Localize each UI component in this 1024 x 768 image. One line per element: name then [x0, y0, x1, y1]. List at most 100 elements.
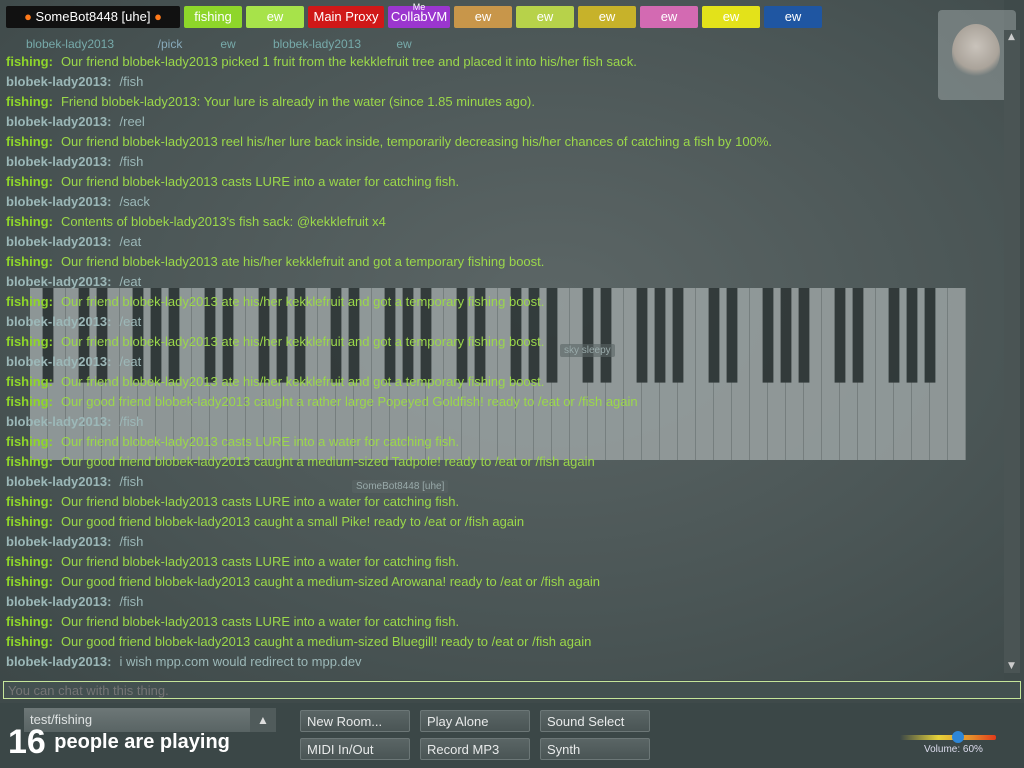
chat-nick[interactable]: fishing:	[6, 294, 53, 309]
midi-button[interactable]: MIDI In/Out	[300, 738, 410, 760]
chat-text: Our good friend blobek-lady2013 caught a…	[60, 394, 638, 409]
chat-nick[interactable]: blobek-lady2013:	[6, 194, 112, 209]
chat-message: blobek-lady2013: /eat	[0, 272, 1004, 292]
synth-button[interactable]: Synth	[540, 738, 650, 760]
chat-nick[interactable]: blobek-lady2013:	[6, 274, 112, 289]
chat-nick[interactable]: blobek-lady2013:	[6, 594, 112, 609]
user-list-bar: ● SomeBot8448 [uhe] ● fishing ew Main Proxy…	[0, 2, 940, 30]
chat-nick[interactable]: fishing:	[6, 254, 53, 269]
user-tag-label: ew	[660, 9, 678, 24]
chat-text: /fish	[119, 154, 144, 169]
user-tag[interactable]: ew	[702, 6, 760, 28]
chat-nick[interactable]: blobek-lady2013:	[6, 534, 112, 549]
overlay-chip: ew	[396, 37, 412, 51]
chat-nick[interactable]: fishing:	[6, 614, 53, 629]
chat-message: blobek-lady2013: /reel	[0, 112, 1004, 132]
chat-message: blobek-lady2013: /fish	[0, 152, 1004, 172]
record-mp3-button[interactable]: Record MP3	[420, 738, 530, 760]
chat-text: /fish	[119, 534, 144, 549]
user-tag[interactable]: ew	[640, 6, 698, 28]
user-tag-label: SomeBot8448 [uhe]	[35, 9, 151, 24]
user-tag[interactable]: ● SomeBot8448 [uhe] ●	[6, 6, 180, 28]
chat-nick[interactable]: blobek-lady2013:	[6, 414, 112, 429]
chat-message: fishing: Our friend blobek-lady2013 picke…	[0, 52, 1004, 72]
volume-track[interactable]	[900, 735, 996, 740]
user-tag[interactable]: ew	[454, 6, 512, 28]
chat-nick[interactable]: blobek-lady2013:	[6, 234, 112, 249]
chat-text: /fish	[119, 414, 144, 429]
user-tag-label: ew	[266, 9, 284, 24]
chat-nick[interactable]: blobek-lady2013:	[6, 114, 112, 129]
user-tag[interactable]: ew	[516, 6, 574, 28]
user-tag[interactable]: ew	[246, 6, 304, 28]
chat-nick[interactable]: blobek-lady2013:	[6, 474, 112, 489]
scroll-up-icon[interactable]: ▲	[1008, 32, 1015, 42]
chat-nick[interactable]: fishing:	[6, 334, 53, 349]
overlay-chip: /pick	[157, 37, 183, 51]
user-tag[interactable]: Me CollabVM	[388, 2, 450, 28]
chat-message: fishing: Our friend blobek-lady2013 casts…	[0, 552, 1004, 572]
overlay-chip: ew	[220, 37, 236, 51]
chat-nick[interactable]: fishing:	[6, 454, 53, 469]
user-tag[interactable]: fishing	[184, 6, 242, 28]
chat-message: fishing: Our good friend blobek-lady2013 …	[0, 452, 1004, 472]
user-tag[interactable]: ew	[578, 6, 636, 28]
sound-select-button[interactable]: Sound Select	[540, 710, 650, 732]
chat-nick[interactable]: fishing:	[6, 634, 53, 649]
chat-nick[interactable]: fishing:	[6, 54, 53, 69]
chat-nick[interactable]: fishing:	[6, 574, 53, 589]
player-count: 16 people are playing	[8, 723, 230, 762]
chat-text: Our good friend blobek-lady2013 caught a…	[60, 514, 525, 529]
chat-nick[interactable]: fishing:	[6, 214, 53, 229]
chat-text: Our friend blobek-lady2013 casts LURE in…	[60, 614, 460, 629]
play-alone-button[interactable]: Play Alone	[420, 710, 530, 732]
chat-text: /fish	[119, 74, 144, 89]
user-tag-label: ew	[474, 9, 492, 24]
chat-nick[interactable]: fishing:	[6, 94, 53, 109]
chat-input[interactable]	[3, 681, 1021, 699]
chat-nick[interactable]: fishing:	[6, 514, 53, 529]
chat-text: i wish mpp.com would redirect to mpp.dev	[119, 654, 362, 669]
chat-nick[interactable]: blobek-lady2013:	[6, 154, 112, 169]
chat-nick[interactable]: fishing:	[6, 434, 53, 449]
user-tag[interactable]: Main Proxy	[308, 6, 384, 28]
chat-nick[interactable]: fishing:	[6, 494, 53, 509]
chat-message: fishing: Our good friend blobek-lady2013 …	[0, 512, 1004, 532]
room-dropdown-arrow-icon[interactable]: ▲	[250, 708, 276, 732]
chat-nick[interactable]: fishing:	[6, 554, 53, 569]
chat-log[interactable]: blobek-lady2013/pick ew blobek-lady2013 ew …	[0, 30, 1004, 673]
user-tag-label: ew	[536, 9, 554, 24]
chat-text: Contents of blobek-lady2013's fish sack:…	[60, 214, 386, 229]
chat-text: /sack	[119, 194, 150, 209]
user-tag[interactable]: ew	[764, 6, 822, 28]
me-indicator: Me	[412, 2, 426, 12]
chat-nick[interactable]: blobek-lady2013:	[6, 314, 112, 329]
chat-nick[interactable]: blobek-lady2013:	[6, 654, 112, 669]
chat-text: Our friend blobek-lady2013 casts LURE in…	[60, 434, 460, 449]
chat-text: /fish	[119, 594, 144, 609]
user-tag-label: ew	[598, 9, 616, 24]
new-room-button[interactable]: New Room...	[300, 710, 410, 732]
chat-text: Our friend blobek-lady2013 picked 1 frui…	[60, 54, 637, 69]
chat-message: blobek-lady2013: /eat	[0, 352, 1004, 372]
chat-text: Our friend blobek-lady2013 reel his/her …	[60, 134, 772, 149]
chat-nick[interactable]: blobek-lady2013:	[6, 354, 112, 369]
chat-scrollbar[interactable]: ▲ ▼	[1004, 30, 1020, 673]
chat-nick[interactable]: fishing:	[6, 174, 53, 189]
overlay-chip: blobek-lady2013	[25, 37, 115, 51]
chat-nick[interactable]: fishing:	[6, 374, 53, 389]
player-count-number: 16	[8, 723, 46, 761]
chat-nick[interactable]: fishing:	[6, 134, 53, 149]
chat-message: blobek-lady2013: /fish	[0, 592, 1004, 612]
user-tag-label: ew	[722, 9, 740, 24]
chat-message: fishing: Our friend blobek-lady2013 casts…	[0, 492, 1004, 512]
volume-slider[interactable]: Volume: 60%	[900, 731, 1000, 755]
chat-text: /eat	[119, 354, 142, 369]
chat-text: Our friend blobek-lady2013 casts LURE in…	[60, 554, 460, 569]
chat-nick[interactable]: blobek-lady2013:	[6, 74, 112, 89]
chat-message: fishing: Our friend blobek-lady2013 casts…	[0, 612, 1004, 632]
volume-knob[interactable]	[951, 731, 964, 743]
scroll-down-icon[interactable]: ▼	[1008, 661, 1015, 671]
chat-message: blobek-lady2013: /fish	[0, 72, 1004, 92]
chat-nick[interactable]: fishing:	[6, 394, 53, 409]
